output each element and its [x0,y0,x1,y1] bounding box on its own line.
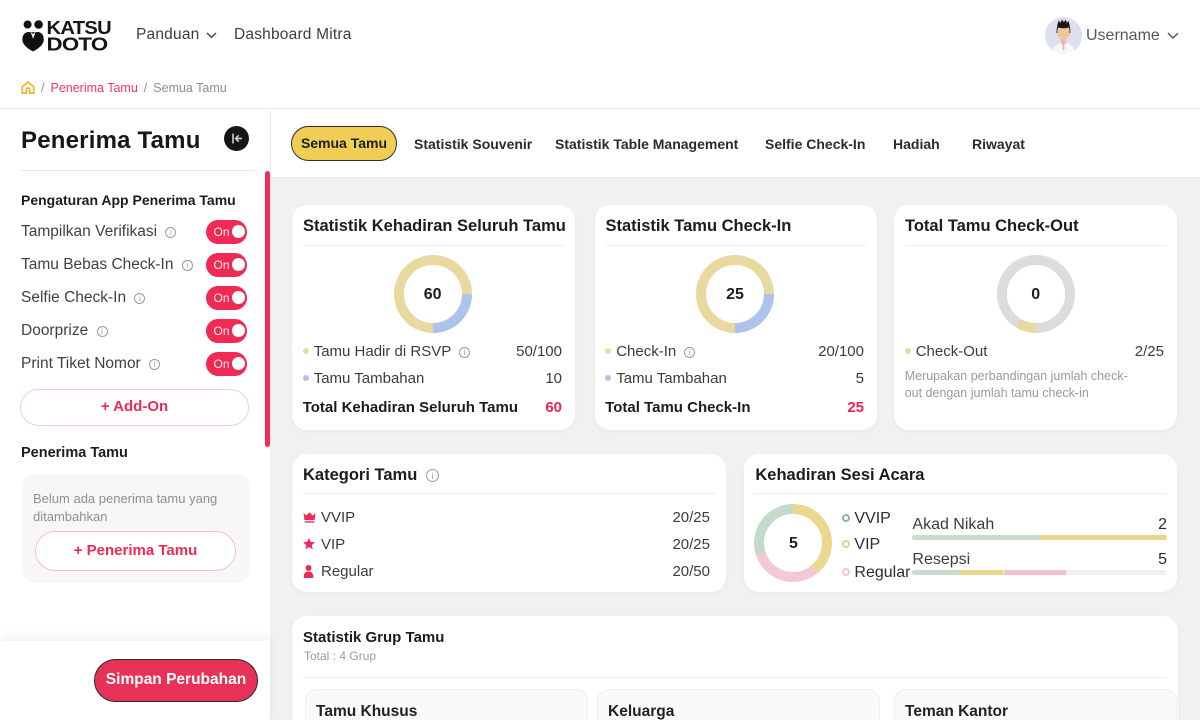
svg-text:DOTO: DOTO [47,34,108,52]
